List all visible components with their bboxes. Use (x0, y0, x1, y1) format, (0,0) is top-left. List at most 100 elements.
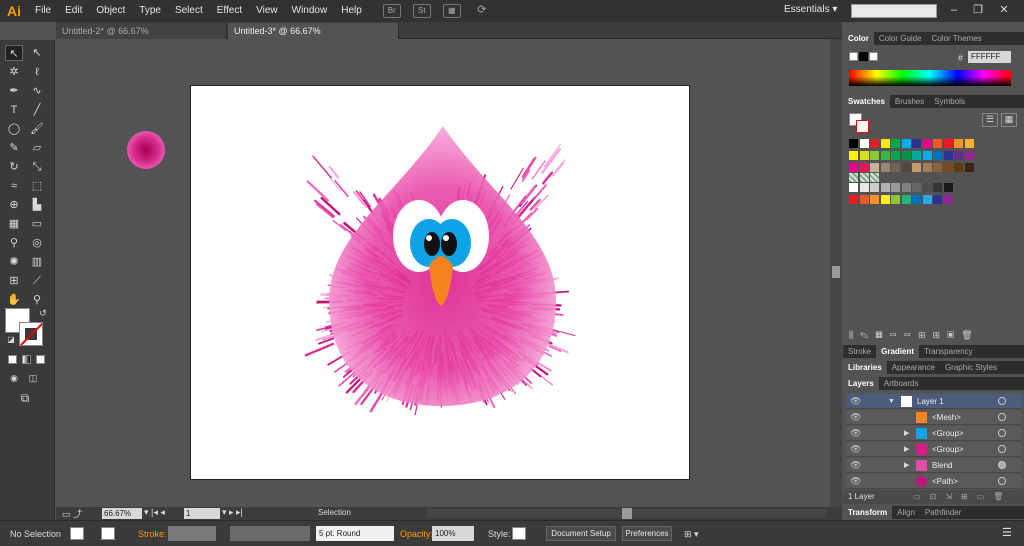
color-swatch[interactable] (943, 151, 953, 160)
color-swatch[interactable] (880, 183, 890, 192)
color-swatch[interactable] (912, 163, 921, 172)
white-color-icon[interactable] (869, 52, 878, 61)
layer-row-layer-1[interactable]: 👁 ▼ Layer 1 (846, 394, 1022, 409)
maximize-icon[interactable]: ❐ (970, 3, 986, 17)
tab-color-guide[interactable]: Color Guide (874, 32, 927, 45)
swap-fill-stroke-icon[interactable]: ↺ (34, 305, 52, 321)
color-swatch[interactable] (849, 139, 858, 148)
color-swatch[interactable] (901, 163, 911, 172)
color-swatch[interactable] (933, 163, 942, 172)
menu-effect[interactable]: Effect (210, 0, 249, 22)
layer-row-blend[interactable]: 👁 ▶ Blend (846, 458, 1022, 473)
color-swatch[interactable] (849, 163, 858, 172)
color-swatch[interactable] (954, 163, 963, 172)
visibility-eye-icon[interactable]: 👁 (850, 394, 861, 409)
color-swatch[interactable] (912, 195, 921, 204)
color-swatch[interactable] (922, 139, 932, 148)
color-swatch[interactable] (880, 195, 890, 204)
layer-row-group-1[interactable]: 👁 ▶ <Group> (846, 426, 1022, 441)
search-input[interactable] (851, 4, 937, 18)
color-swatch[interactable] (964, 151, 974, 160)
artboard-next-icon[interactable]: ▾ ▸ ▸| (222, 507, 243, 518)
workspace-switcher[interactable]: Essentials ▾ (784, 4, 837, 15)
stroke-swatch-small[interactable] (101, 527, 115, 540)
draw-normal-icon[interactable]: ◉ (5, 370, 23, 386)
color-swatch[interactable] (901, 151, 911, 160)
tab-stroke[interactable]: Stroke (843, 345, 876, 358)
curvature-tool-icon[interactable]: ∿ (28, 83, 46, 99)
color-swatch[interactable] (891, 151, 900, 160)
vertical-scroll-thumb[interactable] (832, 266, 840, 278)
expand-triangle-icon[interactable]: ▶ (904, 426, 909, 441)
color-swatch[interactable] (933, 139, 942, 148)
artboard-number-field[interactable]: 1 (184, 508, 220, 519)
ellipse-tool-icon[interactable]: ◯ (5, 121, 23, 137)
color-swatch[interactable] (859, 151, 869, 160)
color-swatch[interactable] (933, 151, 942, 160)
visibility-eye-icon[interactable]: 👁 (850, 442, 861, 457)
color-swatch[interactable] (870, 163, 879, 172)
color-swatch[interactable] (943, 195, 953, 204)
brush-definition[interactable]: 5 pt. Round (316, 526, 394, 541)
close-icon[interactable]: ✕ (996, 3, 1012, 17)
color-swatch[interactable] (849, 151, 858, 160)
arrange-icon[interactable]: ⊞ ▾ (684, 529, 699, 540)
color-swatch[interactable] (912, 151, 921, 160)
tab-color[interactable]: Color (843, 32, 874, 45)
visibility-eye-icon[interactable]: 👁 (850, 426, 861, 441)
menu-file[interactable]: File (28, 0, 58, 22)
pattern-swatch[interactable] (849, 173, 858, 182)
layer-row-mesh[interactable]: 👁 <Mesh> (846, 410, 1022, 425)
menu-select[interactable]: Select (168, 0, 210, 22)
selection-tool-icon[interactable]: ↖ (5, 45, 23, 61)
color-swatch[interactable] (901, 195, 911, 204)
color-swatch[interactable] (901, 139, 911, 148)
tab-pathfinder[interactable]: Pathfinder (920, 506, 966, 519)
color-swatch[interactable] (901, 183, 911, 192)
tab-transparency[interactable]: Transparency (919, 345, 978, 358)
tab-appearance[interactable]: Appearance (887, 361, 940, 374)
column-graph-tool-icon[interactable]: ▥ (28, 254, 46, 270)
arrange-documents-icon[interactable]: ▦ (442, 4, 461, 18)
tab-untitled-3[interactable]: Untitled-3* @ 66.67% (RGB/Preview)× (228, 23, 399, 52)
tab-libraries[interactable]: Libraries (843, 361, 887, 374)
color-swatch[interactable] (880, 139, 890, 148)
scale-tool-icon[interactable]: ⤡ (28, 159, 46, 175)
color-swatch[interactable] (912, 183, 921, 192)
color-swatch[interactable] (870, 183, 879, 192)
color-mode-icon[interactable] (8, 355, 17, 364)
visibility-eye-icon[interactable]: 👁 (850, 458, 861, 473)
color-swatch[interactable] (859, 183, 869, 192)
pattern-swatch[interactable] (870, 173, 879, 182)
gradient-tool-icon[interactable]: ▭ (28, 216, 46, 232)
gradient-mode-icon[interactable] (22, 355, 31, 364)
color-swatch[interactable] (849, 183, 858, 192)
swatch-stroke-preview[interactable] (856, 120, 869, 133)
menu-view[interactable]: View (249, 0, 285, 22)
minimize-icon[interactable]: – (946, 3, 962, 17)
color-swatch[interactable] (870, 151, 879, 160)
color-swatch[interactable] (859, 139, 869, 148)
menu-help[interactable]: Help (334, 0, 369, 22)
color-swatch[interactable] (859, 163, 869, 172)
target-circle-icon[interactable] (998, 461, 1006, 469)
pen-tool-icon[interactable]: ✒ (5, 83, 23, 99)
eyedropper-tool-icon[interactable]: ⚲ (5, 235, 23, 251)
color-swatch[interactable] (922, 163, 932, 172)
preferences-button[interactable]: Preferences (622, 526, 672, 541)
color-swatch[interactable] (849, 195, 858, 204)
tab-untitled-2[interactable]: Untitled-2* @ 66.67% (RGB/Preview)× (56, 23, 227, 52)
shape-builder-tool-icon[interactable]: ⊕ (5, 197, 23, 213)
visibility-eye-icon[interactable]: 👁 (850, 474, 861, 489)
color-swatch[interactable] (891, 195, 900, 204)
tab-swatches[interactable]: Swatches (843, 95, 890, 108)
zoom-dropdown-icon[interactable]: ▾ |◂ ◂ (144, 507, 165, 518)
color-swatch[interactable] (933, 183, 942, 192)
rotate-tool-icon[interactable]: ↻ (5, 159, 23, 175)
opacity-label[interactable]: Opacity: (400, 529, 433, 539)
blend-tool-icon[interactable]: ◎ (28, 235, 46, 251)
tab-color-themes[interactable]: Color Themes (927, 32, 987, 45)
color-swatch[interactable] (933, 195, 942, 204)
menu-object[interactable]: Object (89, 0, 132, 22)
default-fill-stroke-icon[interactable]: ◪ (2, 332, 20, 348)
